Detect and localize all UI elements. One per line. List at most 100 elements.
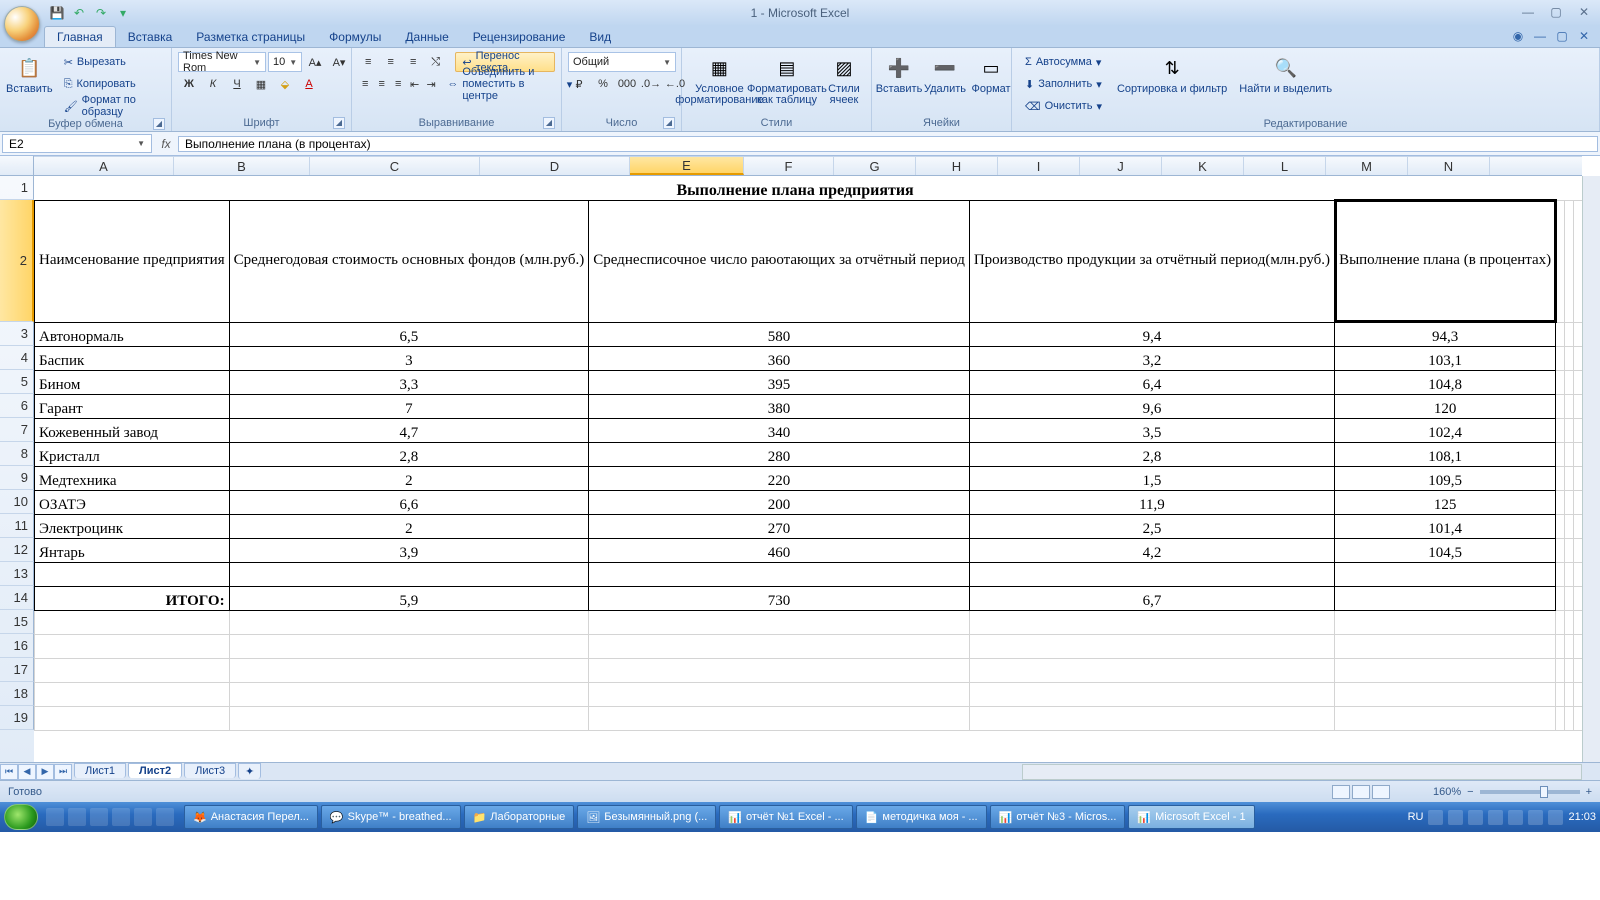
sheet-nav-prev-icon[interactable]: ◀ (18, 764, 36, 780)
cell[interactable] (1335, 682, 1556, 706)
new-sheet-icon[interactable]: ✦ (238, 763, 261, 779)
cell[interactable] (969, 610, 1334, 634)
maximize-icon[interactable]: ▢ (1546, 4, 1566, 20)
cell[interactable]: 460 (589, 538, 970, 562)
tab-formulas[interactable]: Формулы (317, 27, 393, 47)
autosum-button[interactable]: ΣАвтосумма▾ (1018, 52, 1109, 72)
select-all-corner[interactable] (0, 156, 34, 176)
cell[interactable] (35, 682, 230, 706)
view-layout-icon[interactable] (1352, 785, 1370, 799)
cell[interactable] (229, 634, 589, 658)
zoom-in-icon[interactable]: + (1586, 786, 1592, 798)
cell[interactable] (1556, 394, 1565, 418)
cell[interactable] (229, 682, 589, 706)
dialog-launcher-icon[interactable]: ◢ (543, 117, 555, 129)
format-painter-button[interactable]: 🖌Формат по образцу (57, 96, 165, 116)
fx-icon[interactable]: fx (154, 137, 178, 151)
format-as-table-button[interactable]: ▤Форматировать как таблицу (755, 52, 819, 108)
cell[interactable] (1556, 634, 1565, 658)
taskbar-button[interactable]: 📁Лабораторные (464, 805, 575, 829)
cell[interactable] (969, 682, 1334, 706)
grow-font-icon[interactable]: A▴ (304, 52, 326, 72)
row-header-10[interactable]: 10 (0, 490, 34, 514)
taskbar-button[interactable]: 📊Microsoft Excel - 1 (1128, 805, 1254, 829)
col-header-J[interactable]: J (1080, 157, 1162, 175)
row-header-5[interactable]: 5 (0, 370, 34, 394)
delete-cells-button[interactable]: ➖Удалить (924, 52, 966, 97)
conditional-formatting-button[interactable]: ▦Условное форматирование (688, 52, 751, 108)
ql-icon[interactable] (156, 808, 174, 826)
minimize-icon[interactable]: ― (1518, 4, 1538, 20)
col-header-A[interactable]: A (34, 157, 174, 175)
col-header-M[interactable]: M (1326, 157, 1408, 175)
shrink-font-icon[interactable]: A▾ (328, 52, 350, 72)
cell[interactable]: 730 (589, 586, 970, 610)
tray-icon[interactable] (1448, 810, 1463, 825)
col-header-D[interactable]: D (480, 157, 630, 175)
cell[interactable] (1556, 658, 1565, 682)
clear-button[interactable]: ⌫Очистить▾ (1018, 96, 1109, 116)
sort-filter-button[interactable]: ⇅Сортировка и фильтр (1113, 52, 1231, 97)
cell[interactable] (1565, 514, 1574, 538)
formula-input[interactable]: Выполнение плана (в процентах) (178, 136, 1598, 152)
cell[interactable] (1556, 346, 1565, 370)
merge-center-button[interactable]: ⇔Объединить и поместить в центре▾ (440, 74, 579, 94)
tray-icon[interactable] (1528, 810, 1543, 825)
cell[interactable]: Электроцинк (35, 514, 230, 538)
cell[interactable] (589, 682, 970, 706)
selected-cell[interactable]: Выполнение плана (в процентах) (1335, 200, 1556, 322)
tab-view[interactable]: Вид (577, 27, 623, 47)
column-headers[interactable]: ABCDEFGHIJKLMN (34, 156, 1582, 176)
cell[interactable] (1565, 466, 1574, 490)
row-header-3[interactable]: 3 (0, 322, 34, 346)
start-button[interactable] (4, 804, 38, 830)
sheet-tab[interactable]: Лист2 (128, 763, 182, 778)
cell[interactable]: 6,6 (229, 490, 589, 514)
cell[interactable]: Гарант (35, 394, 230, 418)
row-header-1[interactable]: 1 (0, 176, 34, 200)
cell[interactable]: 3,3 (229, 370, 589, 394)
cell[interactable]: 6,7 (969, 586, 1334, 610)
view-break-icon[interactable] (1372, 785, 1390, 799)
qat-undo-icon[interactable]: ↶ (70, 4, 88, 22)
ribbon-min-icon[interactable]: ― (1532, 28, 1548, 44)
taskbar-button[interactable]: 💬Skype™ - breathed... (321, 805, 461, 829)
row-header-15[interactable]: 15 (0, 610, 34, 634)
cell[interactable]: 102,4 (1335, 418, 1556, 442)
col-header-N[interactable]: N (1408, 157, 1490, 175)
find-select-button[interactable]: 🔍Найти и выделить (1235, 52, 1336, 97)
cell[interactable]: 9,6 (969, 394, 1334, 418)
help-icon[interactable]: ◉ (1510, 28, 1526, 44)
cell[interactable] (1565, 200, 1574, 322)
tray-icon[interactable] (1468, 810, 1483, 825)
paste-button[interactable]: 📋 Вставить (6, 52, 53, 97)
cell[interactable]: 120 (1335, 394, 1556, 418)
cell[interactable] (1556, 418, 1565, 442)
cell[interactable]: Баспик (35, 346, 230, 370)
cell[interactable]: Бином (35, 370, 230, 394)
row-header-6[interactable]: 6 (0, 394, 34, 418)
cell[interactable] (1565, 634, 1574, 658)
qat-redo-icon[interactable]: ↷ (92, 4, 110, 22)
qat-dropdown-icon[interactable]: ▾ (114, 4, 132, 22)
number-format-combo[interactable]: Общий▼ (568, 52, 676, 72)
cell[interactable]: 11,9 (969, 490, 1334, 514)
tab-home[interactable]: Главная (44, 26, 116, 47)
ql-icon[interactable] (134, 808, 152, 826)
spreadsheet-grid[interactable]: ABCDEFGHIJKLMN 1234567891011121314151617… (0, 156, 1600, 762)
col-header-I[interactable]: I (998, 157, 1080, 175)
view-normal-icon[interactable] (1332, 785, 1350, 799)
cell[interactable] (589, 706, 970, 730)
cell[interactable]: 270 (589, 514, 970, 538)
align-left-icon[interactable]: ≡ (358, 74, 372, 94)
cell[interactable] (1556, 706, 1565, 730)
cell[interactable] (1565, 322, 1574, 346)
cell[interactable]: Кристалл (35, 442, 230, 466)
cell[interactable] (1565, 706, 1574, 730)
cell[interactable]: Медтехника (35, 466, 230, 490)
col-header-H[interactable]: H (916, 157, 998, 175)
zoom-slider[interactable] (1480, 790, 1580, 794)
cell[interactable] (1335, 658, 1556, 682)
cell[interactable] (35, 658, 230, 682)
bold-button[interactable]: Ж (178, 74, 200, 94)
